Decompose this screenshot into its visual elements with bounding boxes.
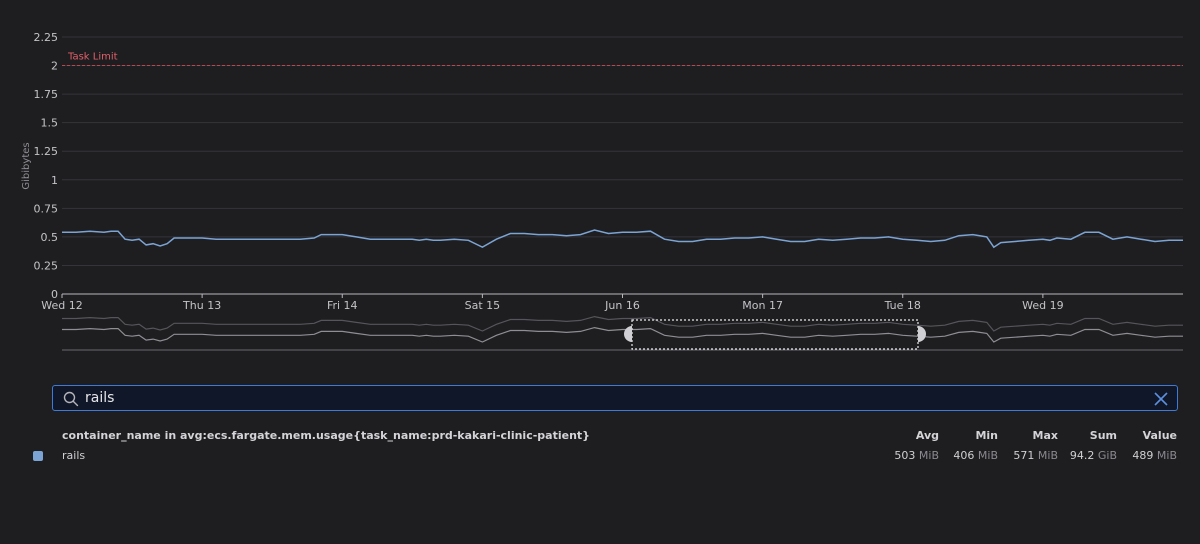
x-tick-label: Sat 15 [465, 299, 501, 312]
stat-max-unit: MiB [1037, 449, 1058, 462]
y-tick-label: 0.75 [34, 202, 59, 215]
stat-max: 571 MiB [998, 449, 1058, 462]
column-header-sum[interactable]: Sum [1057, 429, 1117, 442]
time-navigator[interactable] [62, 315, 1183, 351]
column-header-min[interactable]: Min [938, 429, 998, 442]
stat-min: 406 MiB [938, 449, 998, 462]
navigator-series-line [62, 326, 1183, 343]
stat-max-value: 571 [1013, 449, 1035, 462]
column-header-max[interactable]: Max [998, 429, 1058, 442]
stat-sum-value: 94.2 [1069, 449, 1095, 462]
y-tick-label: 1.75 [34, 88, 59, 101]
y-tick-label: 0.25 [34, 259, 59, 272]
column-header-avg[interactable]: Avg [879, 429, 939, 442]
task-limit-threshold: Task Limit [62, 52, 1183, 67]
x-tick-label: Wed 12 [41, 299, 82, 312]
x-tick-label: Wed 19 [1022, 299, 1063, 312]
y-tick-label: 0.5 [41, 231, 59, 244]
stat-value: 489 MiB [1117, 449, 1177, 462]
legend-row[interactable]: rails 503 MiB 406 MiB 571 MiB 94.2 GiB 4… [0, 449, 1200, 465]
series-line-rails[interactable] [62, 229, 1183, 249]
y-tick-label: 2 [51, 60, 58, 73]
stat-value-value: 489 [1132, 449, 1154, 462]
y-tick-label: 2.25 [34, 31, 59, 44]
stat-sum-unit: GiB [1097, 449, 1117, 462]
memory-timeseries-chart[interactable]: 00.250.50.7511.251.51.7522.25 Wed 12 Thu … [0, 0, 1200, 370]
stat-value-unit: MiB [1156, 449, 1177, 462]
y-tick-label: 1.25 [34, 145, 59, 158]
grid-lines [62, 36, 1183, 266]
navigator-left-handle[interactable] [624, 326, 632, 342]
navigator-series-shadow [62, 315, 1183, 332]
search-icon [63, 391, 79, 407]
x-tick-label: Thu 13 [182, 299, 221, 312]
close-icon[interactable] [1153, 391, 1169, 407]
stat-min-unit: MiB [977, 449, 998, 462]
y-tick-label: 1.5 [41, 117, 59, 130]
x-tick-label: Fri 14 [327, 299, 358, 312]
stat-avg: 503 MiB [879, 449, 939, 462]
legend-header: container_name in avg:ecs.fargate.mem.us… [0, 429, 1200, 445]
stat-min-value: 406 [953, 449, 975, 462]
y-axis-ticks: 00.250.50.7511.251.51.7522.25 [34, 31, 59, 301]
navigator-series [62, 315, 1183, 343]
search-input[interactable] [85, 388, 1135, 408]
legend-query-label: container_name in avg:ecs.fargate.mem.us… [62, 429, 590, 442]
series-lines [62, 229, 1183, 249]
y-axis-label: Gibibytes [21, 142, 32, 189]
navigator-right-handle[interactable] [918, 326, 926, 342]
task-limit-label: Task Limit [67, 52, 118, 63]
column-header-value[interactable]: Value [1117, 429, 1177, 442]
x-axis: Wed 12 Thu 13 Fri 14 Sat 15 Jun 16 Mon 17 Tue … [41, 293, 1183, 312]
series-color-swatch[interactable] [33, 451, 43, 461]
series-search-box[interactable] [52, 385, 1178, 411]
x-tick-label: Mon 17 [742, 299, 783, 312]
stat-avg-value: 503 [894, 449, 916, 462]
series-name: rails [62, 449, 86, 462]
stat-sum: 94.2 GiB [1057, 449, 1117, 462]
y-tick-label: 1 [51, 174, 58, 187]
x-tick-label: Jun 16 [604, 299, 640, 312]
stat-avg-unit: MiB [918, 449, 939, 462]
x-tick-label: Tue 18 [884, 299, 921, 312]
